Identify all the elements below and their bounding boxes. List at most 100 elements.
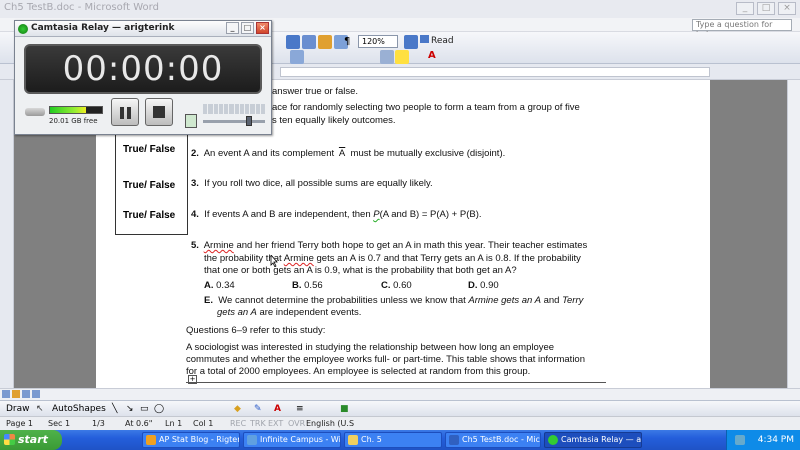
status-rec[interactable]: REC [230,419,246,428]
status-language: English (U.S [306,419,355,428]
shadow-icon[interactable]: ■ [340,404,349,414]
maximize-icon[interactable]: □ [241,22,254,34]
question-5-line3: that one or both gets an A is 0.9, what … [204,265,517,276]
select-pointer-icon[interactable]: ↖ [36,404,44,414]
vertical-ruler[interactable] [0,80,14,388]
complement-symbol: A [338,148,346,159]
status-ovr[interactable]: OVR [288,419,305,428]
question-4: 4. If events A and B are independent, th… [191,209,482,220]
question-5-line1: 5. Armine and her friend Terry both hope… [191,240,588,251]
recording-timer: 00:00:00 [24,44,262,94]
folder-icon [348,435,358,445]
status-pages: 1/3 [92,419,105,428]
task-infinite-campus[interactable]: Infinite Campus - Win... [243,432,341,448]
minimize-icon[interactable]: _ [736,2,754,15]
tf-label-q2: True/ False [123,144,176,155]
close-icon[interactable]: × [778,2,796,15]
close-icon[interactable]: × [256,22,269,34]
camtasia-window[interactable]: Camtasia Relay — arigterink _ □ × 00:00:… [14,20,272,135]
intro-fragment: answer true or false. [272,86,359,97]
stop-button[interactable] [145,98,173,126]
horizontal-scrollbar[interactable] [0,388,800,400]
task-word-document[interactable]: Ch5 TestB.doc - Micr... [445,432,541,448]
read-button[interactable]: Read [420,35,454,46]
columns-icon[interactable] [302,35,316,49]
question-5-line2: the probability that Armine gets an A is… [204,253,581,264]
choice-b[interactable]: B. 0.56 [292,280,323,291]
volume-slider[interactable] [203,116,265,126]
status-line: Ln 1 [165,419,183,428]
bullets-icon[interactable] [290,50,304,64]
volume-meter [203,104,265,114]
word-window-controls: _ □ × [736,2,796,15]
drawing-icon[interactable] [318,35,332,49]
minimize-icon[interactable]: _ [226,22,239,34]
outline-view-icon[interactable] [32,390,40,398]
choice-a[interactable]: A. 0.34 [204,280,235,291]
camtasia-app-icon [18,24,28,34]
choice-d[interactable]: D. 0.90 [468,280,499,291]
line-style-icon[interactable]: ≡ [296,404,304,414]
ie-icon [146,435,156,445]
status-page: Page 1 [6,419,33,428]
drawing-toolbar: Draw ↖ AutoShapes ╲ ↘ ▭ ◯ ◆ ✎ A ≡ ■ [0,400,800,416]
clock[interactable]: 4:34 PM [758,435,794,445]
draw-menu[interactable]: Draw [6,404,30,414]
pause-icon [120,107,124,119]
taskbar: start AP Stat Blog - Rigteri... Infinite… [0,430,800,450]
pilcrow-icon[interactable]: ¶ [344,36,358,50]
hard-disk-icon [25,108,45,116]
highlight-icon[interactable] [395,50,409,64]
oval-icon[interactable]: ◯ [154,404,164,414]
status-trk[interactable]: TRK [250,419,266,428]
line-color-icon[interactable]: ✎ [254,404,262,414]
camtasia-title-bar[interactable]: Camtasia Relay — arigterink _ □ × [15,21,271,37]
web-view-icon[interactable] [12,390,20,398]
task-ch5-folder[interactable]: Ch. 5 [344,432,442,448]
question-3: 3. If you roll two dice, all possible su… [191,178,433,189]
input-level-fill [50,107,87,113]
q1-fragment-line2: s ten equally likely outcomes. [272,115,396,126]
status-ext[interactable]: EXT [268,419,283,428]
normal-view-icon[interactable] [2,390,10,398]
stop-icon [153,106,165,118]
maximize-icon[interactable]: □ [757,2,775,15]
windows-flag-icon [4,434,15,445]
autoshapes-menu[interactable]: AutoShapes [52,404,106,414]
rectangle-icon[interactable]: ▭ [140,404,149,414]
help-icon[interactable] [404,35,418,49]
status-section: Sec 1 [48,419,71,428]
status-col: Col 1 [193,419,214,428]
tray-app-icon[interactable] [735,435,745,445]
ie-icon [247,435,257,445]
i-beam-cursor-icon [270,255,278,267]
vertical-scrollbar[interactable] [787,80,800,388]
tf-label-q4: True/ False [123,210,176,221]
line-icon[interactable]: ╲ [112,404,117,414]
table-icon[interactable] [286,35,300,49]
pause-icon-bar [127,107,131,119]
table-move-handle-icon[interactable]: + [188,375,197,384]
choice-e-line1[interactable]: E. We cannot determine the probabilities… [204,295,583,306]
help-search-input[interactable]: Type a question for help [692,19,792,39]
microphone-icon[interactable] [185,114,197,128]
zoom-select[interactable]: 120% [358,35,398,48]
fill-color-icon[interactable]: ◆ [234,404,241,414]
word-title: Ch5 TestB.doc - Microsoft Word [4,2,159,13]
start-button[interactable]: start [0,430,62,450]
volume-slider-handle[interactable] [246,116,253,126]
pause-button[interactable] [111,98,139,126]
read-icon [420,35,429,43]
font-color-icon[interactable]: A [428,50,442,64]
task-ap-stat-blog[interactable]: AP Stat Blog - Rigteri... [142,432,240,448]
task-camtasia[interactable]: Camtasia Relay — ari... [544,432,642,448]
print-view-icon[interactable] [22,390,30,398]
study-line1: A sociologist was interested in studying… [186,342,555,353]
arrow-icon[interactable]: ↘ [126,404,134,414]
choice-c[interactable]: C. 0.60 [381,280,412,291]
borders-icon[interactable] [380,50,394,64]
study-line2: commutes and whether the employee works … [186,354,585,365]
camtasia-window-controls: _ □ × [226,22,269,34]
camtasia-icon [548,435,558,445]
font-color-icon-draw[interactable]: A [274,404,281,414]
